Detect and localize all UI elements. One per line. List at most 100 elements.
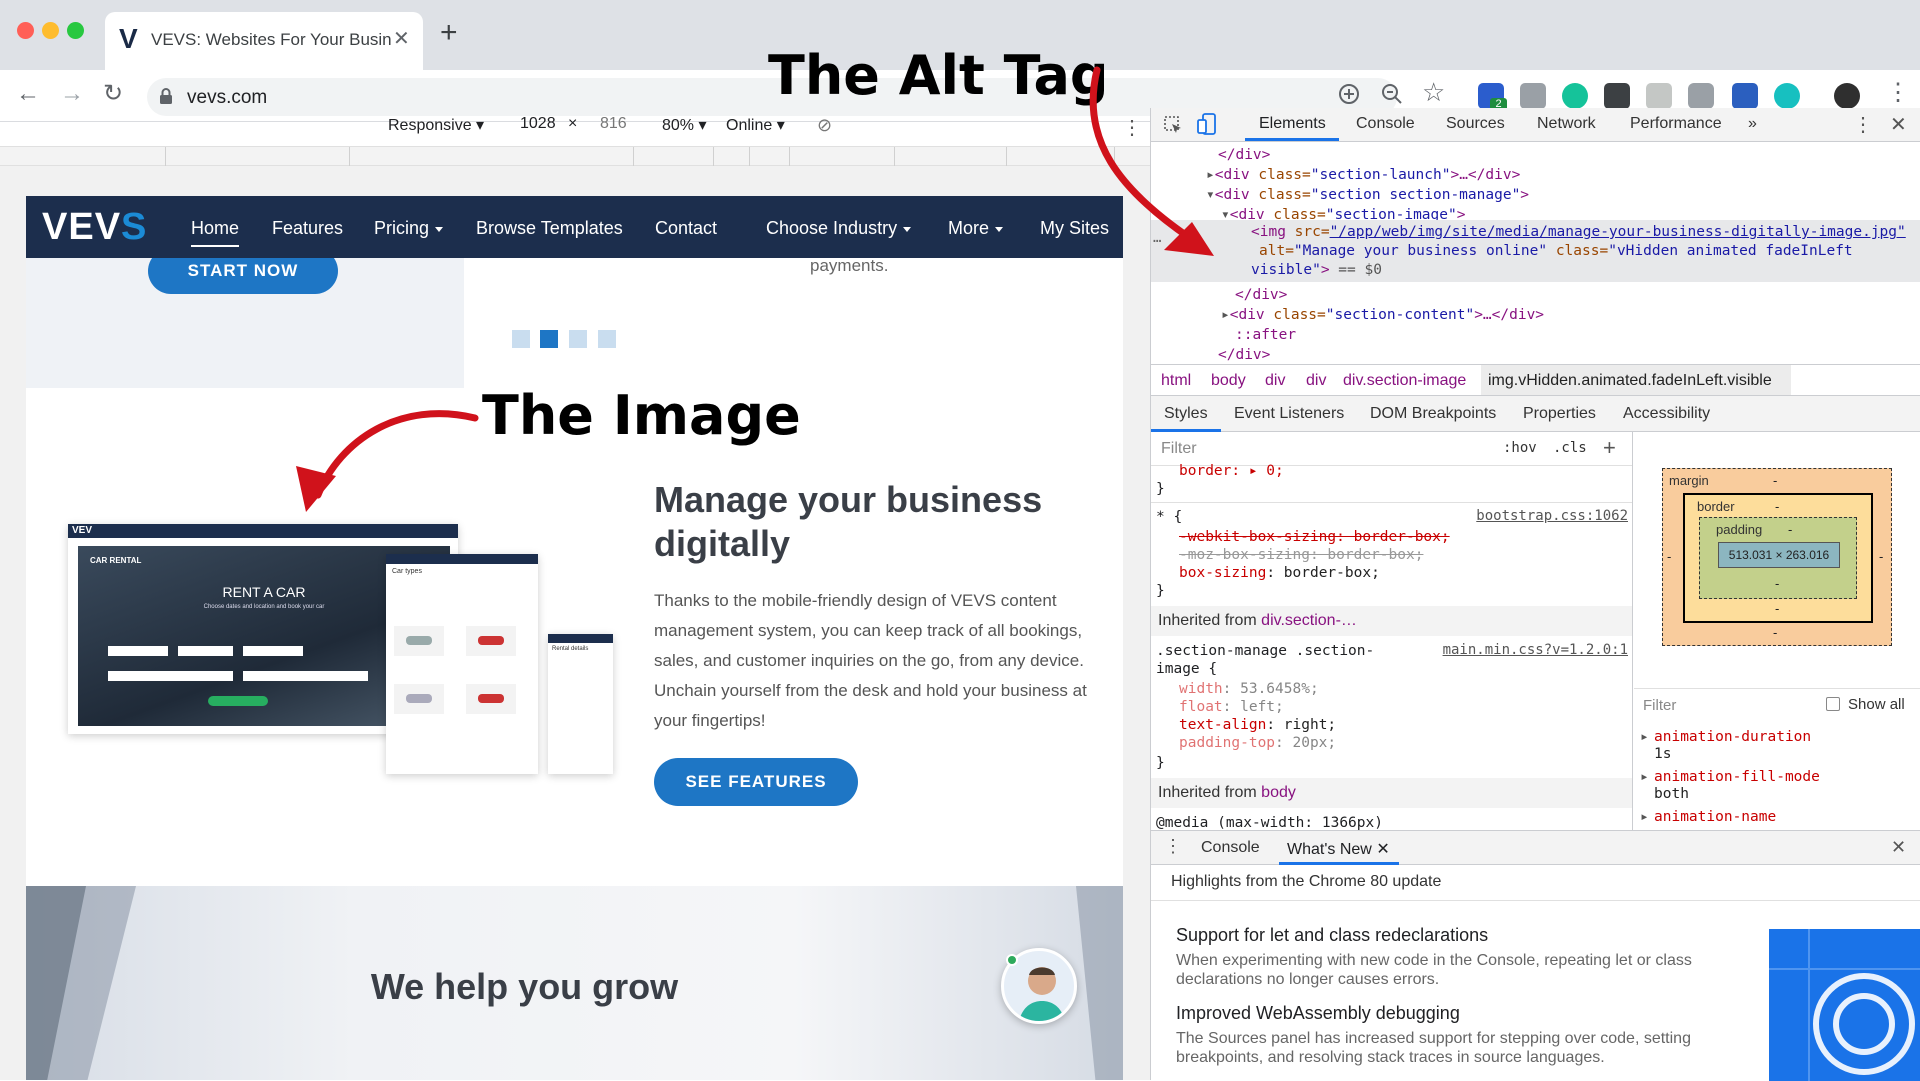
install-icon[interactable] [1337,82,1361,106]
nav-my-sites[interactable]: My Sites [1040,218,1109,239]
extension-reader-icon[interactable] [1604,83,1630,109]
nav-features[interactable]: Features [272,218,343,239]
css-selector-section-manage[interactable]: .section-manage .section- [1156,642,1374,660]
browser-menu-icon[interactable]: ⋮ [1886,78,1910,107]
zoom-select[interactable]: 80% ▾ [662,115,707,135]
breadcrumb-body[interactable]: body [1211,372,1246,390]
device-options-icon[interactable]: ⋮ [1122,115,1142,140]
devtools-menu-icon[interactable]: ⋮ [1853,112,1873,137]
close-window-icon[interactable] [17,22,34,39]
box-margin[interactable]: margin - - - - border - - padding - - 51… [1662,468,1892,646]
css-source-bootstrap[interactable]: bootstrap.css:1062 [1476,508,1628,524]
close-devtools-icon[interactable]: ✕ [1890,112,1907,137]
dom-line[interactable]: </div> [1218,346,1270,364]
maximize-window-icon[interactable] [67,22,84,39]
tab-properties[interactable]: Properties [1523,405,1596,423]
dom-img-src[interactable]: "/app/web/img/site/media/manage-your-bus… [1330,224,1906,240]
css-float[interactable]: float: left; [1179,698,1284,716]
breadcrumb-section-image[interactable]: div.section-image [1343,372,1466,390]
css-box-sizing[interactable]: box-sizing: border-box; [1179,564,1380,582]
css-source-main[interactable]: main.min.css?v=1.2.0:1 [1443,642,1628,658]
browser-tab[interactable]: V VEVS: Websites For Your Busin ✕ [105,12,423,70]
show-all-checkbox[interactable] [1826,697,1840,711]
css-selector-section-image[interactable]: image { [1156,660,1217,678]
extension-puzzle-icon[interactable] [1646,83,1672,109]
breadcrumb-html[interactable]: html [1161,372,1191,390]
profile-avatar[interactable] [1834,83,1860,109]
dom-line-section-content[interactable]: ▸<div class="section-content">…</div> [1221,306,1544,324]
expand-icon[interactable]: ▸ [1640,808,1649,826]
minimize-window-icon[interactable] [42,22,59,39]
css-selector-star[interactable]: * { [1156,508,1182,526]
dom-line[interactable]: </div> [1235,286,1287,304]
viewport-height-input[interactable]: 816 [600,115,627,133]
close-tab-icon[interactable]: ✕ [1376,841,1389,858]
camera-icon[interactable] [1688,83,1714,109]
box-border[interactable]: border - - padding - - 513.031 × 263.016 [1683,493,1873,623]
viewport-width-input[interactable]: 1028 [520,115,556,133]
inherited-link[interactable]: body [1261,784,1296,801]
nav-choose-industry[interactable]: Choose Industry [766,218,912,239]
grammarly-icon[interactable] [1562,83,1588,109]
css-text-align[interactable]: text-align: right; [1179,716,1336,734]
back-icon[interactable]: ← [16,82,40,106]
expand-icon[interactable]: ▸ [1640,728,1649,746]
dom-ellipsis-icon[interactable]: … [1153,230,1161,246]
drawer-tab-console[interactable]: Console [1201,839,1260,857]
inherited-link[interactable]: div.section-… [1261,612,1357,629]
nav-contact[interactable]: Contact [655,218,717,239]
nav-home[interactable]: Home [191,218,240,247]
nav-pricing[interactable]: Pricing [374,218,444,239]
styles-filter-input[interactable]: Filter [1161,440,1197,458]
tab-event-listeners[interactable]: Event Listeners [1234,405,1344,423]
bookmark-star-icon[interactable]: ☆ [1422,77,1445,108]
site-logo[interactable]: VEVS [42,206,147,249]
device-toggle-icon[interactable] [1197,113,1217,135]
dom-line[interactable]: </div> [1218,146,1270,164]
dom-line-section-launch[interactable]: ▸<div class="section-launch">…</div> [1206,166,1520,184]
css-moz-box[interactable]: -moz-box-sizing: border-box; [1179,546,1423,564]
tab-styles[interactable]: Styles [1164,405,1208,423]
computed-prop[interactable]: animation-name [1654,808,1776,826]
breadcrumb-div[interactable]: div [1265,372,1285,390]
hov-toggle[interactable]: :hov [1503,440,1537,456]
tab-network[interactable]: Network [1537,115,1596,133]
see-features-button[interactable]: SEE FEATURES [654,758,858,806]
close-drawer-icon[interactable]: ✕ [1891,837,1906,858]
css-border-line[interactable]: border: ▸ 0; [1179,462,1284,480]
computed-prop[interactable]: animation-duration [1654,728,1811,746]
nav-browse-templates[interactable]: Browse Templates [476,218,623,239]
box-content-size[interactable]: 513.031 × 263.016 [1718,542,1840,568]
carousel-dot[interactable] [598,330,616,348]
extension-clipboard-icon[interactable] [1520,83,1546,109]
css-media-query[interactable]: @media (max-width: 1366px) [1156,814,1383,830]
network-throttle-select[interactable]: Online ▾ [726,115,785,135]
new-style-rule-icon[interactable]: + [1603,435,1616,461]
box-padding[interactable]: padding - - 513.031 × 263.016 [1699,517,1857,599]
zoom-icon[interactable] [1380,82,1404,106]
dom-line-section-manage[interactable]: ▾<div class="section section-manage"> [1206,186,1529,204]
breadcrumb-div[interactable]: div [1306,372,1326,390]
inspect-element-icon[interactable] [1163,115,1183,135]
drawer-tab-whats-new[interactable]: What's New ✕ [1287,839,1390,859]
device-mode-select[interactable]: Responsive ▾ [388,115,484,135]
computed-prop[interactable]: animation-fill-mode [1654,768,1820,786]
drawer-menu-icon[interactable]: ⋮ [1164,836,1182,857]
css-padding-top[interactable]: padding-top: 20px; [1179,734,1336,752]
reload-icon[interactable]: ↻ [103,82,123,106]
dom-line-after[interactable]: ::after [1235,326,1296,344]
tab-dom-breakpoints[interactable]: DOM Breakpoints [1370,405,1496,423]
dom-selected-img-row[interactable]: … <img src="/app/web/img/site/media/mana… [1151,220,1920,282]
whats-new-item-title[interactable]: Improved WebAssembly debugging [1176,1003,1460,1024]
cls-toggle[interactable]: .cls [1553,440,1587,456]
nav-more[interactable]: More [948,218,1004,239]
tab-console[interactable]: Console [1356,115,1415,133]
css-webkit-box[interactable]: -webkit-box-sizing: border-box; [1179,528,1450,546]
new-tab-icon[interactable]: + [440,18,458,48]
media-query-ruler[interactable] [0,146,1150,167]
tab-accessibility[interactable]: Accessibility [1623,405,1710,423]
whats-new-item-title[interactable]: Support for let and class redeclarations [1176,925,1488,946]
css-width[interactable]: width: 53.6458%; [1179,680,1319,698]
more-tabs-icon[interactable]: » [1748,115,1757,133]
tab-performance[interactable]: Performance [1630,115,1722,133]
